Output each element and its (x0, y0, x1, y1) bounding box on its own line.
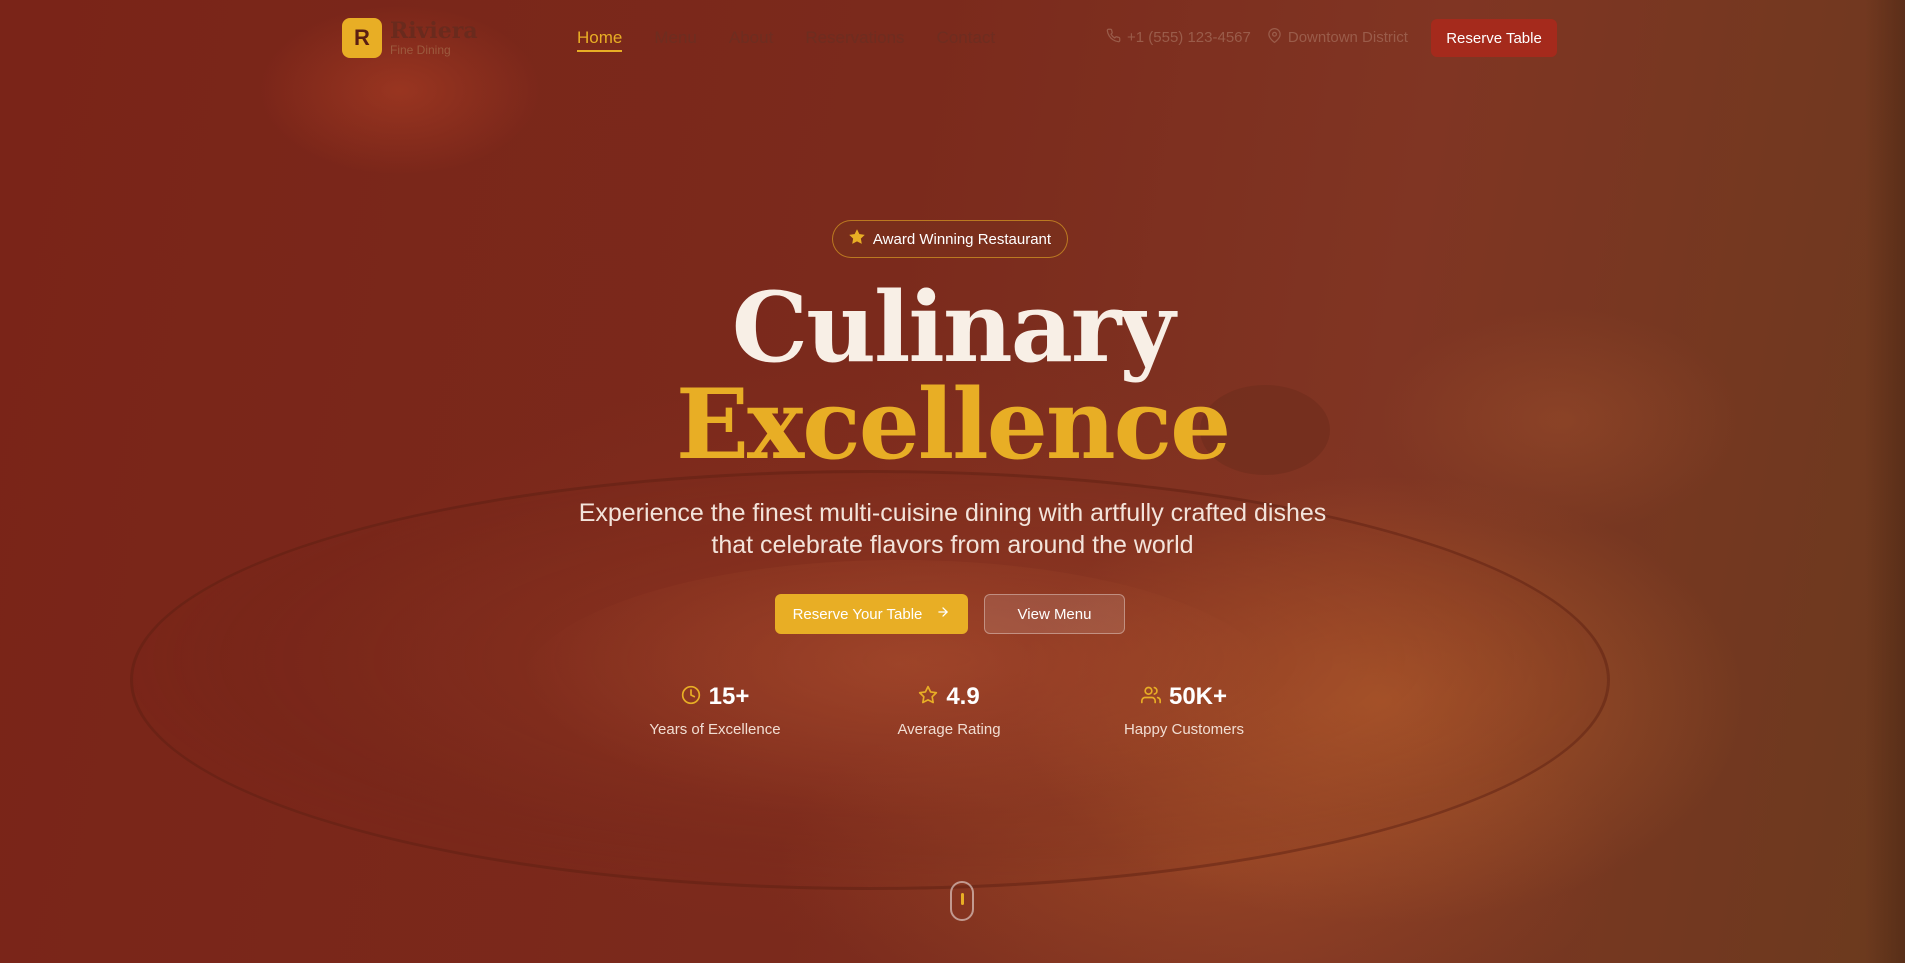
stat-customers-top: 50K+ (1084, 683, 1284, 711)
hero-title-line2: Excellence (675, 368, 1231, 481)
logo-mark: R (342, 18, 382, 58)
stat-years: 15+ Years of Excellence (615, 683, 815, 738)
logo-text: Riviera Fine Dining (390, 20, 478, 56)
brand-name: Riviera (390, 18, 478, 44)
phone-icon (1106, 28, 1121, 47)
brand-tagline: Fine Dining (390, 43, 451, 57)
award-badge: Award Winning Restaurant (832, 220, 1068, 258)
nav-reservations[interactable]: Reservations (805, 28, 904, 52)
header-contact: +1 (555) 123-4567 Downtown District (1106, 28, 1408, 47)
hero-title-line1: Culinary (731, 271, 1176, 384)
scroll-indicator[interactable] (950, 881, 974, 921)
logo[interactable]: R Riviera Fine Dining (342, 18, 478, 58)
star-outline-icon (918, 685, 938, 710)
hero-subtitle: Experience the finest multi-cuisine dini… (578, 499, 1327, 559)
stat-rating-value: 4.9 (946, 683, 980, 710)
stat-customers-value: 50K+ (1168, 683, 1228, 710)
stat-years-label: Years of Excellence (649, 721, 781, 738)
edge-shade (1865, 0, 1905, 963)
stat-rating-label: Average Rating (897, 721, 1001, 738)
nav-about[interactable]: About (729, 28, 773, 52)
stat-years-top: 15+ (615, 683, 815, 711)
stat-customers: 50K+ Happy Customers (1084, 683, 1284, 738)
phone-contact[interactable]: +1 (555) 123-4567 (1106, 28, 1251, 47)
map-pin-icon (1267, 28, 1282, 47)
phone-number: +1 (555) 123-4567 (1127, 29, 1251, 46)
stat-years-value: 15+ (708, 683, 750, 710)
badge-text: Award Winning Restaurant (872, 230, 1052, 248)
location-contact[interactable]: Downtown District (1267, 28, 1408, 47)
reserve-table-button[interactable]: Reserve Table (1431, 19, 1557, 57)
star-icon (849, 229, 865, 249)
stat-rating: 4.9 Average Rating (849, 683, 1049, 738)
location-text: Downtown District (1287, 29, 1408, 46)
nav-home[interactable]: Home (577, 28, 623, 52)
stat-rating-top: 4.9 (849, 683, 1049, 711)
stat-customers-label: Happy Customers (1123, 721, 1245, 738)
cta-primary-label: Reserve Your Table (792, 605, 923, 623)
users-icon (1140, 685, 1161, 710)
reserve-your-table-button[interactable]: Reserve Your Table (775, 594, 968, 634)
main-nav: Home Menu About Reservations Contact (577, 28, 995, 52)
arrow-right-icon (936, 605, 950, 623)
nav-contact[interactable]: Contact (937, 28, 996, 52)
scroll-dot (961, 893, 964, 905)
site-header: R Riviera Fine Dining Home Menu About Re… (0, 0, 1905, 76)
nav-menu[interactable]: Menu (654, 28, 697, 52)
view-menu-button[interactable]: View Menu (984, 594, 1125, 634)
clock-icon (681, 685, 701, 710)
